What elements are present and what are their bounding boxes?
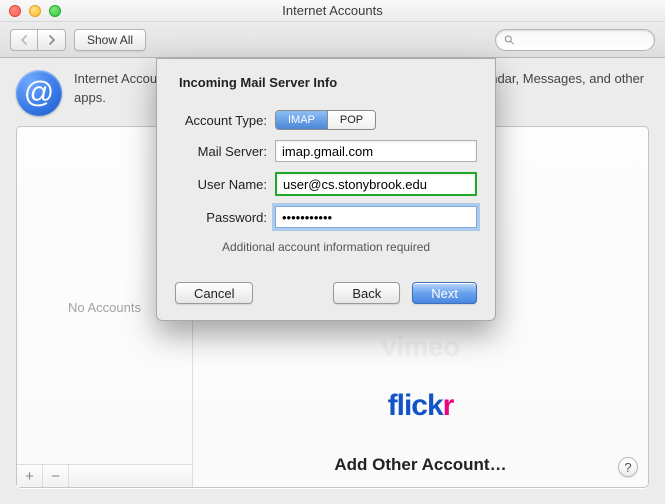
seg-imap[interactable]: IMAP — [276, 111, 327, 129]
search-input[interactable] — [521, 32, 646, 48]
label-mail-server: Mail Server: — [175, 144, 275, 159]
row-account-type: Account Type: IMAP POP — [175, 110, 477, 130]
user-name-input[interactable] — [275, 172, 477, 196]
window-titlebar: Internet Accounts — [0, 0, 665, 22]
window-title: Internet Accounts — [0, 3, 665, 18]
label-password: Password: — [175, 210, 275, 225]
add-other-account[interactable]: Add Other Account… — [334, 455, 506, 475]
seg-pop[interactable]: POP — [327, 111, 375, 129]
traffic-lights — [0, 5, 61, 17]
no-accounts-label: No Accounts — [68, 300, 141, 315]
show-all-button[interactable]: Show All — [74, 29, 146, 51]
row-password: Password: — [175, 206, 477, 228]
sidebar-footer: + − — [17, 464, 192, 487]
mail-server-input[interactable] — [275, 140, 477, 162]
sheet-title: Incoming Mail Server Info — [179, 75, 477, 90]
chevron-right-icon — [47, 35, 56, 45]
zoom-window-button[interactable] — [49, 5, 61, 17]
minimize-window-button[interactable] — [29, 5, 41, 17]
nav-buttons — [10, 29, 66, 51]
additional-info-text: Additional account information required — [175, 240, 477, 254]
flickr-text-2: r — [443, 389, 454, 422]
back-button[interactable] — [10, 29, 38, 51]
help-button[interactable]: ? — [618, 457, 638, 477]
remove-account-button[interactable]: − — [43, 465, 69, 487]
search-field[interactable] — [495, 29, 655, 51]
label-user-name: User Name: — [175, 177, 275, 192]
provider-vimeo[interactable]: vimeo — [381, 331, 459, 363]
close-window-button[interactable] — [9, 5, 21, 17]
incoming-mail-sheet: Incoming Mail Server Info Account Type: … — [156, 58, 496, 321]
back-sheet-button[interactable]: Back — [333, 282, 400, 304]
add-account-button[interactable]: + — [17, 465, 43, 487]
label-account-type: Account Type: — [175, 113, 275, 128]
forward-button[interactable] — [38, 29, 66, 51]
row-mail-server: Mail Server: — [175, 140, 477, 162]
search-icon — [504, 34, 515, 46]
at-sign-icon: @ — [16, 70, 62, 116]
cancel-button[interactable]: Cancel — [175, 282, 253, 304]
chevron-left-icon — [20, 35, 29, 45]
sheet-button-row: Cancel Back Next — [175, 282, 477, 304]
toolbar: Show All — [0, 22, 665, 58]
next-button[interactable]: Next — [412, 282, 477, 304]
row-user-name: User Name: — [175, 172, 477, 196]
provider-flickr[interactable]: flickr — [388, 389, 454, 423]
flickr-text-1: flick — [388, 389, 443, 422]
account-type-segmented[interactable]: IMAP POP — [275, 110, 376, 130]
password-input[interactable] — [275, 206, 477, 228]
